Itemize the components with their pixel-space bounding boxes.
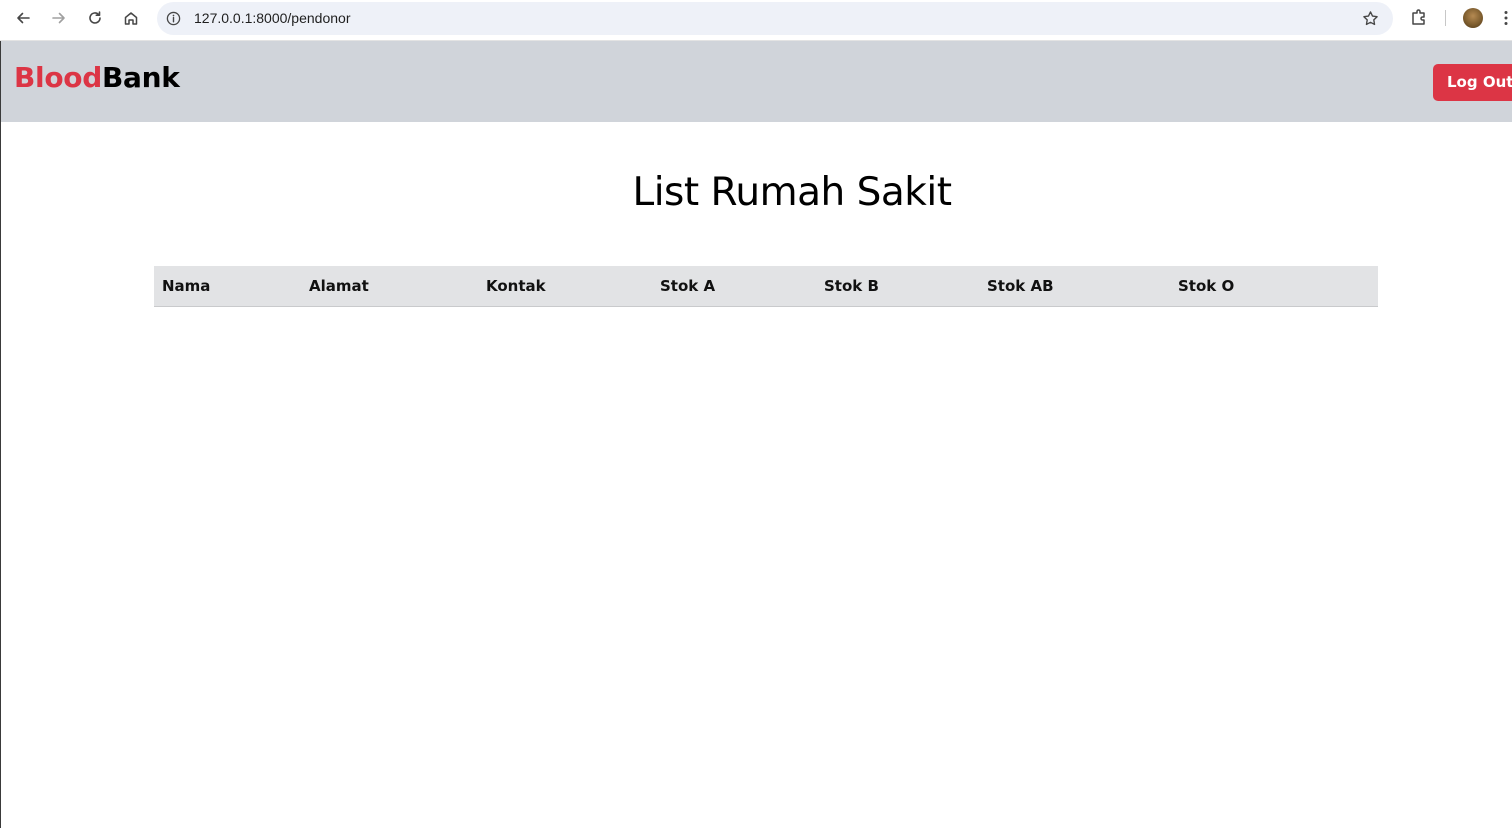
column-header-stok-b: Stok B <box>824 276 879 295</box>
back-arrow-icon[interactable] <box>9 6 37 30</box>
column-header-stok-o: Stok O <box>1178 276 1235 295</box>
brand-blood-text: Blood <box>14 61 102 94</box>
info-icon[interactable] <box>166 11 181 26</box>
address-bar[interactable]: 127.0.0.1:8000/pendonor <box>157 2 1393 35</box>
column-header-stok-ab: Stok AB <box>987 276 1054 295</box>
forward-arrow-icon[interactable] <box>45 6 73 30</box>
brand-logo[interactable]: BloodBank <box>14 61 180 94</box>
toolbar-separator <box>1445 10 1446 26</box>
column-header-alamat: Alamat <box>309 276 369 295</box>
window-edge <box>0 41 1 828</box>
column-header-nama: Nama <box>162 276 211 295</box>
extensions-icon[interactable] <box>1410 8 1428 26</box>
hospital-table: Nama Alamat Kontak Stok A Stok B Stok AB… <box>154 266 1378 307</box>
reload-icon[interactable] <box>81 6 109 30</box>
brand-bank-text: Bank <box>101 61 180 94</box>
profile-avatar[interactable] <box>1463 8 1483 28</box>
app-navbar: BloodBank Log Out <box>1 41 1512 122</box>
browser-toolbar: 127.0.0.1:8000/pendonor <box>0 0 1512 41</box>
page-title: List Rumah Sakit <box>632 170 952 215</box>
star-icon[interactable] <box>1362 10 1379 27</box>
table-header-row: Nama Alamat Kontak Stok A Stok B Stok AB… <box>154 266 1378 306</box>
home-icon[interactable] <box>117 6 145 30</box>
logout-button[interactable]: Log Out <box>1433 64 1512 101</box>
column-header-kontak: Kontak <box>486 276 546 295</box>
kebab-menu-icon[interactable] <box>1503 10 1509 26</box>
url-text[interactable]: 127.0.0.1:8000/pendonor <box>194 10 350 26</box>
column-header-stok-a: Stok A <box>660 276 716 295</box>
